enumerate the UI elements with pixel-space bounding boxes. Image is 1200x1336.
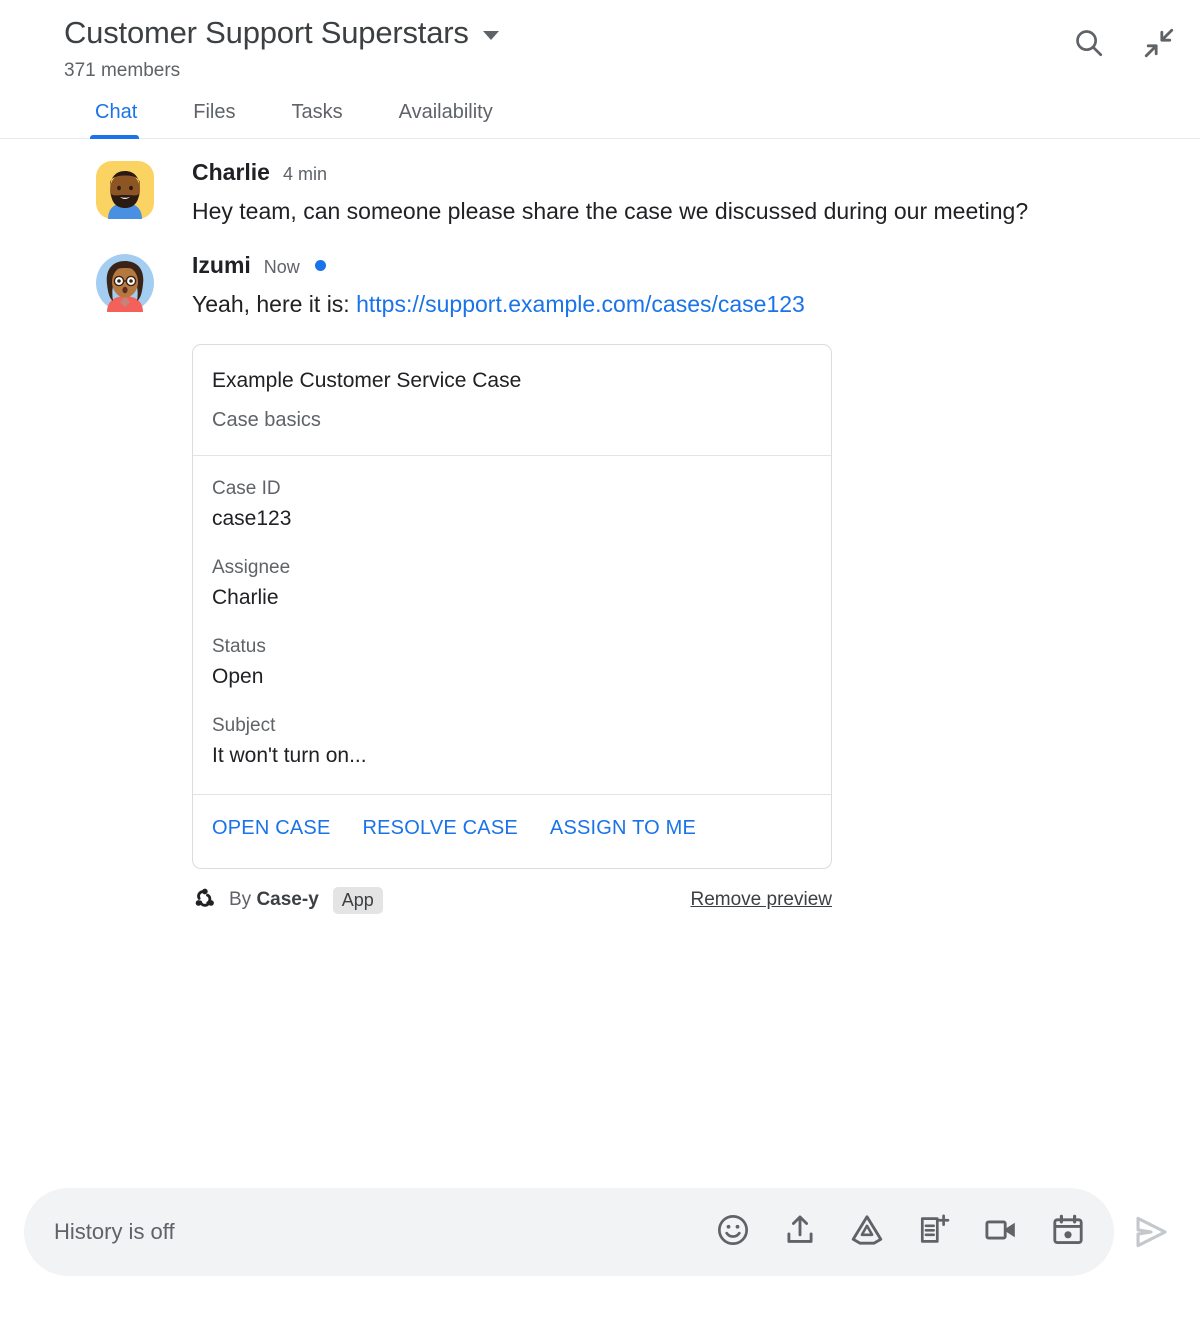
send-button[interactable] (1120, 1201, 1182, 1263)
field-label: Assignee (212, 556, 291, 578)
resolve-case-button[interactable]: RESOLVE CASE (363, 817, 518, 840)
compose-icon-row (715, 1212, 1090, 1253)
collapse-icon[interactable] (1142, 26, 1176, 65)
message-timestamp: 4 min (282, 163, 327, 184)
calendar-icon[interactable] (1050, 1212, 1086, 1253)
message-link[interactable]: https://support.example.com/cases/case12… (356, 291, 805, 317)
attribution-by: By (229, 889, 257, 911)
message-meta: Charlie 4 min (192, 158, 1176, 185)
app-badge: App (332, 886, 383, 914)
case-preview-card: Example Customer Service Case Case basic… (192, 343, 832, 869)
message-meta: Izumi Now (192, 254, 1176, 277)
message-text: Yeah, here it is: https://support.exampl… (192, 288, 1092, 321)
tab-chat[interactable]: Chat (64, 101, 165, 139)
open-case-button[interactable]: OPEN CASE (212, 817, 331, 840)
message-item: Charlie 4 min Hey team, can someone plea… (0, 158, 1176, 228)
message-body: Izumi Now Yeah, here it is: https://supp… (192, 254, 1176, 916)
message-list: Charlie 4 min Hey team, can someone plea… (0, 139, 1200, 1170)
message-sender: Izumi (192, 252, 251, 279)
field-case-id: Case ID case123 (212, 476, 812, 533)
message-text-prefix: Yeah, here it is: (192, 291, 357, 318)
message-sender: Charlie (192, 158, 270, 185)
card-actions: OPEN CASE RESOLVE CASE ASSIGN TO ME (193, 795, 831, 868)
card-attribution: By Case-y App Remove preview (192, 885, 832, 916)
field-assignee: Assignee Charlie (212, 555, 812, 612)
tab-files[interactable]: Files (165, 101, 263, 138)
tab-tasks[interactable]: Tasks (263, 101, 370, 138)
attribution-text: By Case-y (229, 889, 319, 911)
chat-room-window: Customer Support Superstars 371 members (0, 0, 1200, 1336)
google-drive-icon[interactable] (849, 1212, 885, 1253)
field-status: Status Open (212, 634, 812, 691)
compose-bar (0, 1170, 1200, 1336)
field-value: Open (212, 664, 264, 688)
field-value: Charlie (212, 585, 279, 609)
compose-field-container[interactable] (24, 1188, 1114, 1276)
room-title-row: Customer Support Superstars (64, 14, 1176, 51)
emoji-icon[interactable] (715, 1212, 751, 1253)
avatar[interactable] (96, 160, 154, 219)
field-label: Subject (212, 714, 276, 736)
page-title: Customer Support Superstars (64, 15, 469, 50)
card-subtitle: Case basics (212, 408, 321, 431)
message-item: Izumi Now Yeah, here it is: https://supp… (0, 254, 1176, 916)
search-icon[interactable] (1072, 26, 1106, 65)
chevron-down-icon[interactable] (482, 31, 499, 41)
video-meeting-icon[interactable] (983, 1212, 1019, 1253)
field-value: It won't turn on... (212, 743, 367, 767)
attribution-left: By Case-y App (192, 885, 383, 916)
field-value: case123 (212, 506, 292, 530)
room-header: Customer Support Superstars 371 members (0, 0, 1200, 83)
member-count: 371 members (64, 60, 181, 82)
field-label: Case ID (212, 477, 281, 499)
attribution-app-name: Case-y (256, 889, 319, 911)
remove-preview-link[interactable]: Remove preview (691, 889, 833, 911)
tab-availability[interactable]: Availability (371, 101, 521, 138)
field-subject: Subject It won't turn on... (212, 713, 812, 770)
card-title: Example Customer Service Case (212, 368, 522, 392)
message-body: Charlie 4 min Hey team, can someone plea… (192, 158, 1176, 228)
card-header: Example Customer Service Case Case basic… (193, 345, 831, 456)
tab-bar: Chat Files Tasks Availability (0, 83, 1200, 139)
add-document-icon[interactable] (916, 1212, 952, 1253)
assign-to-me-button[interactable]: ASSIGN TO ME (550, 817, 696, 840)
avatar[interactable] (96, 254, 154, 313)
card-fields: Case ID case123 Assignee Charlie Status … (193, 456, 831, 795)
webhook-icon (192, 885, 218, 916)
message-text: Hey team, can someone please share the c… (192, 197, 1029, 224)
unread-dot-icon (314, 260, 326, 272)
header-actions (1072, 26, 1176, 65)
message-input[interactable] (52, 1218, 715, 1246)
field-label: Status (212, 635, 266, 657)
message-timestamp: Now (263, 257, 300, 278)
upload-icon[interactable] (782, 1212, 818, 1253)
